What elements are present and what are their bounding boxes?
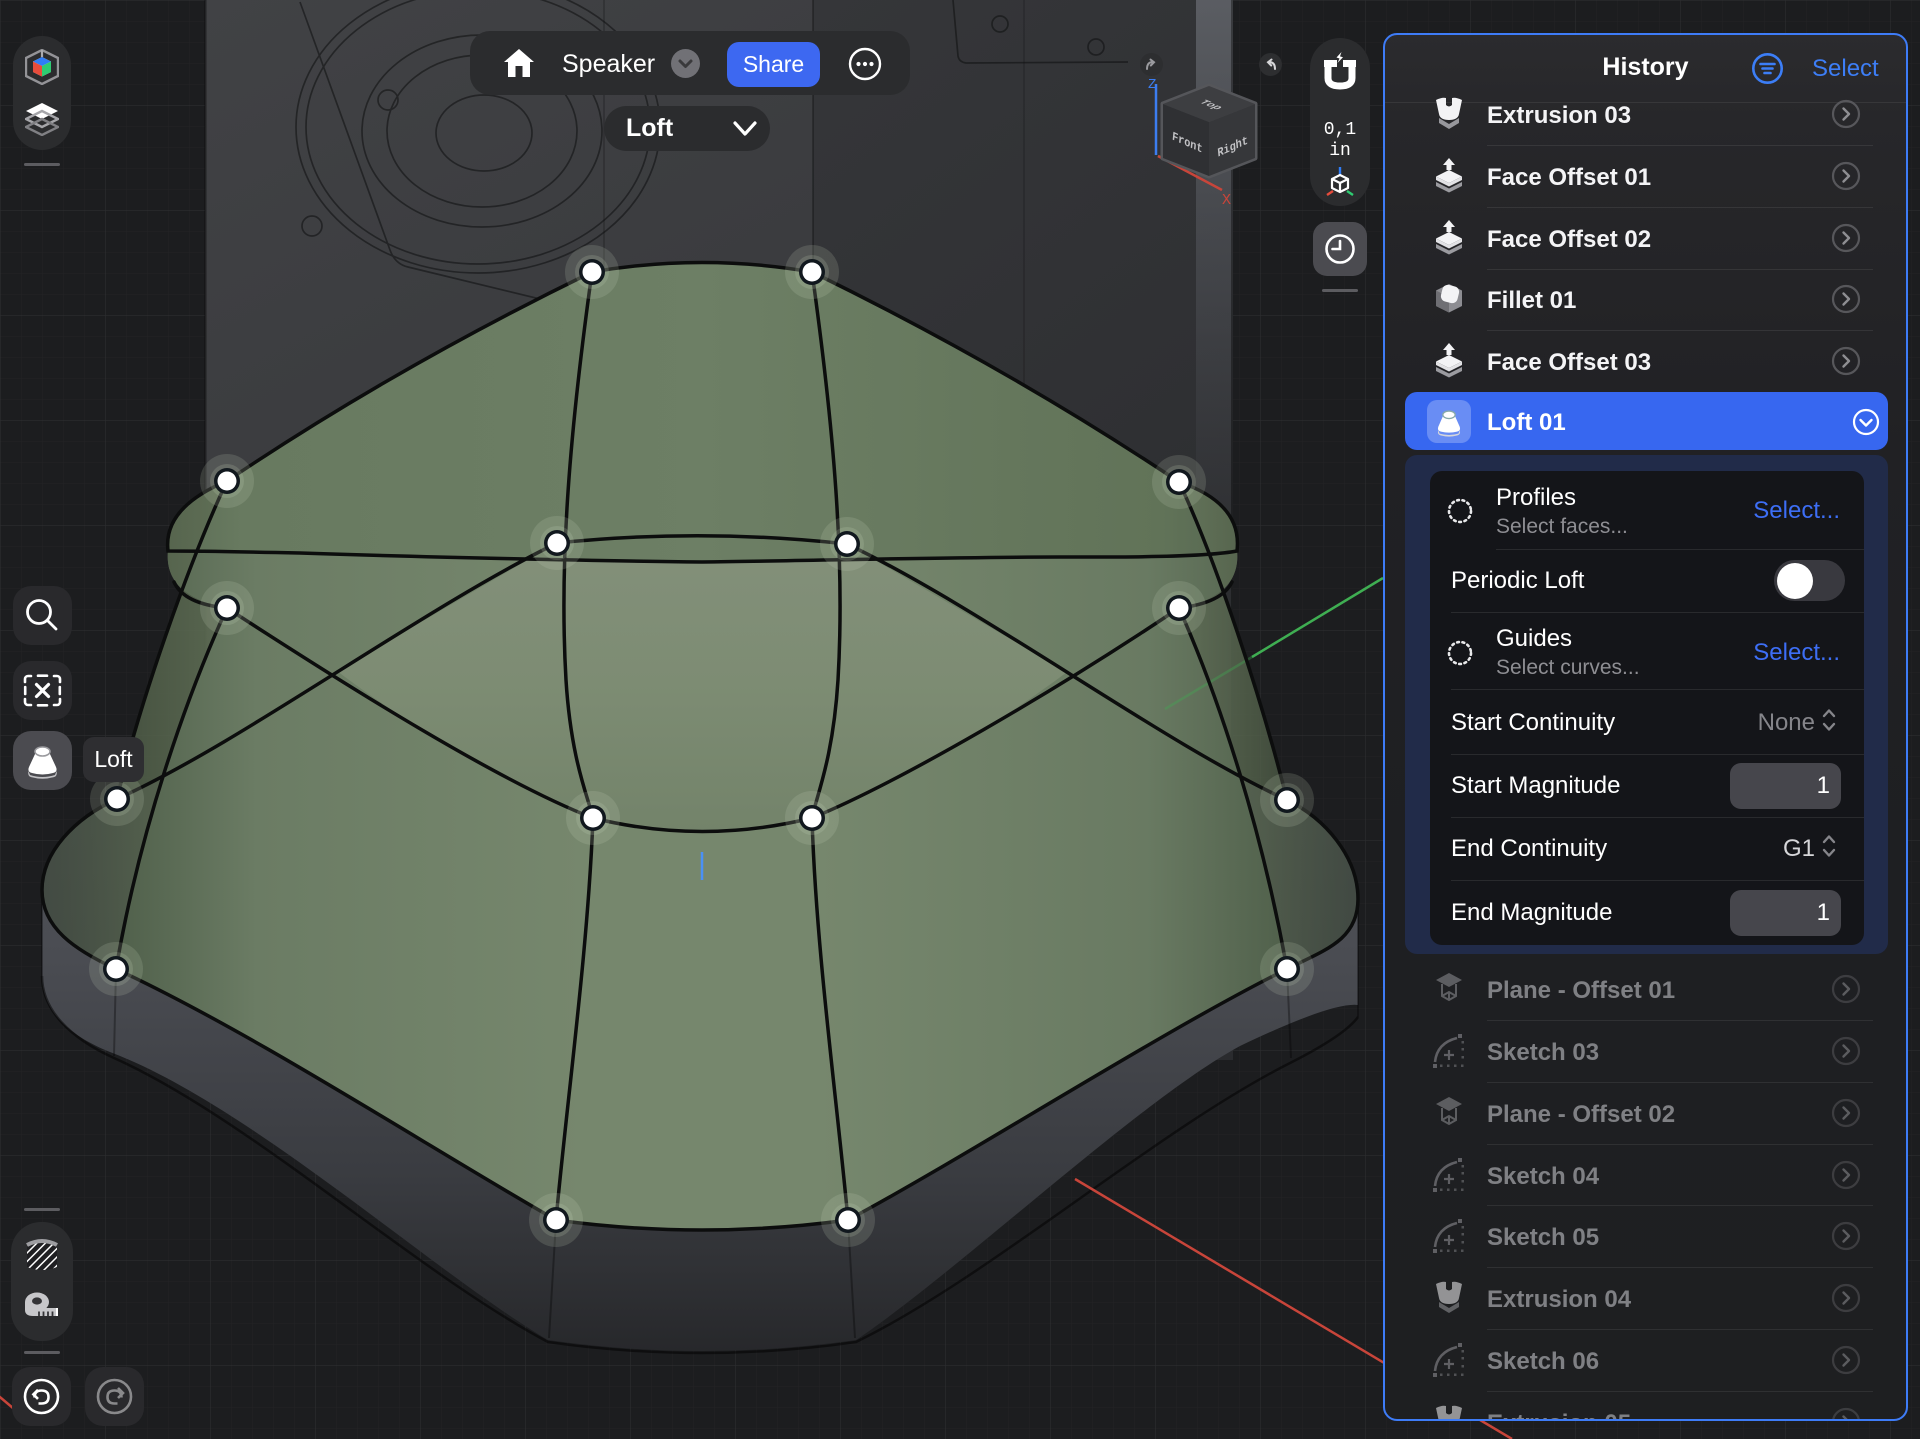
svg-text:X: X xyxy=(1222,192,1231,209)
svg-text:Z: Z xyxy=(1148,77,1156,93)
